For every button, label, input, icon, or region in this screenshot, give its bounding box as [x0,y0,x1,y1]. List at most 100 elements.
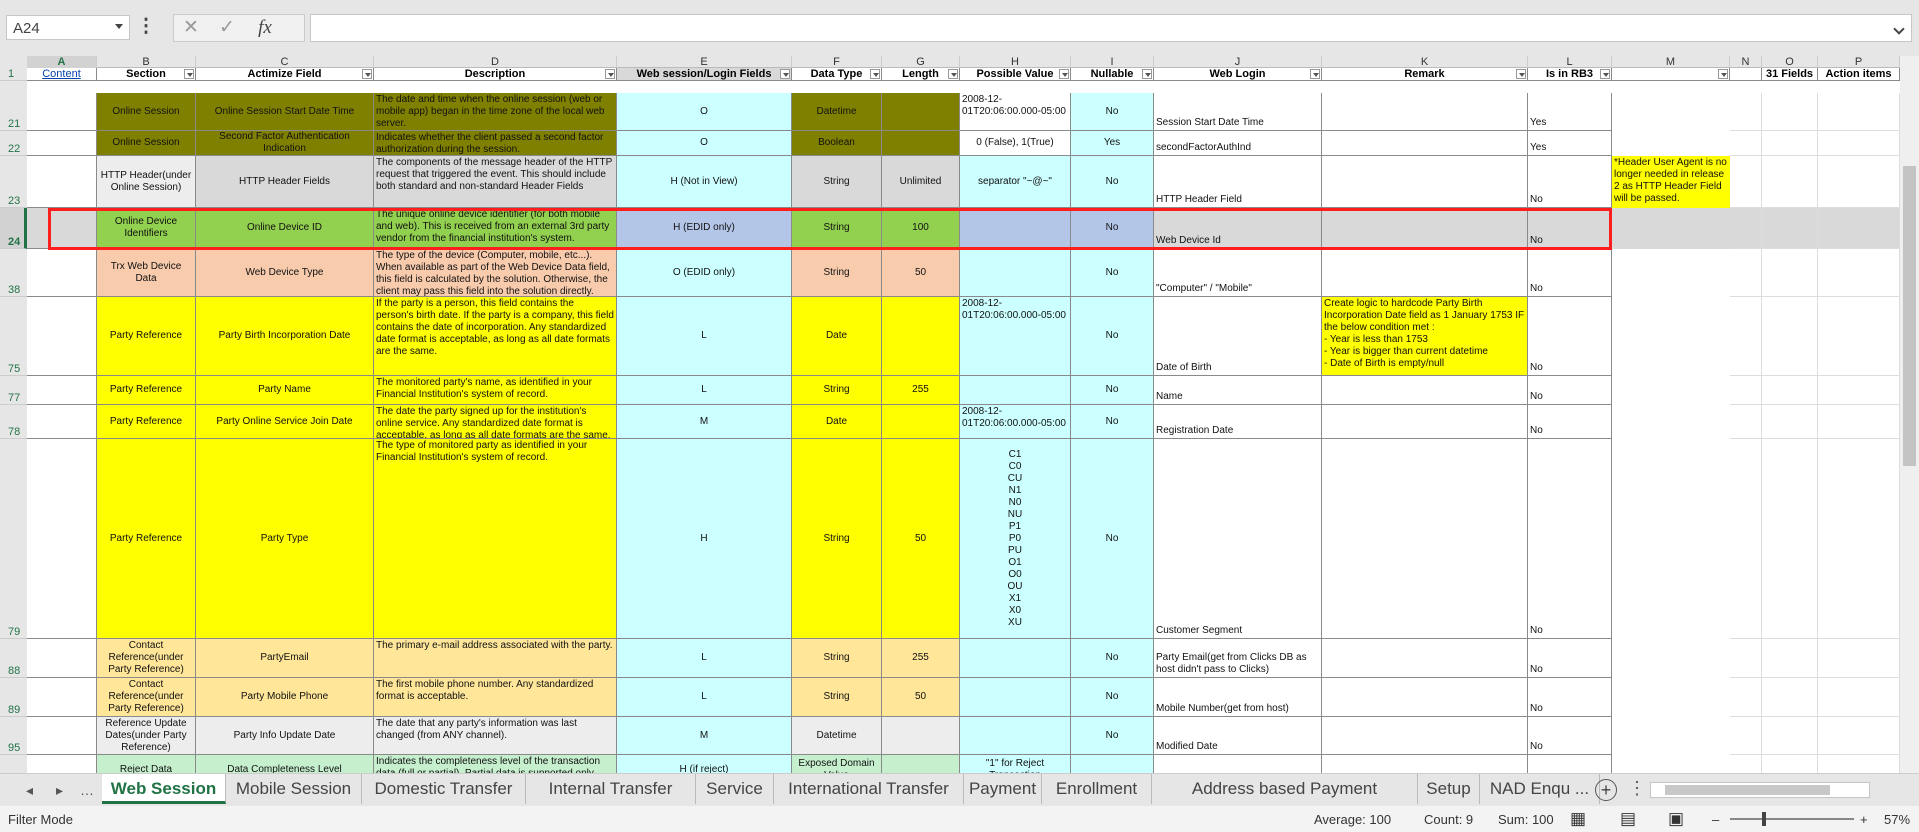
web-login-cell[interactable]: Registration Date [1154,405,1322,439]
data-type-cell[interactable]: String [792,678,882,717]
column-m-cell[interactable] [1612,439,1730,639]
data-type-cell[interactable]: Date [792,297,882,376]
content-link[interactable]: Content [27,68,97,81]
description-cell[interactable]: The date that any party's information wa… [374,717,617,755]
filter-dropdown-icon[interactable] [1718,69,1728,79]
cell-a[interactable] [27,208,97,249]
cell-a[interactable] [27,93,97,131]
sheet-tab[interactable]: Setup [1418,774,1480,804]
actimize-field-cell[interactable]: Party Info Update Date [196,717,374,755]
row-header[interactable]: 79 [0,439,27,639]
length-cell[interactable]: 255 [882,376,960,405]
empty-cell[interactable] [1762,156,1818,208]
sheet-tab[interactable]: Internal Transfer [526,774,696,804]
data-type-cell[interactable]: Datetime [792,717,882,755]
is-in-rb3-cell[interactable]: No [1528,639,1612,678]
horizontal-scrollbar[interactable] [1650,782,1870,798]
page-layout-icon[interactable]: ▤ [1620,809,1636,829]
select-all-corner[interactable] [0,56,27,68]
section-cell[interactable]: Online Device Identifiers [97,208,196,249]
section-cell[interactable]: Online Session [97,93,196,131]
description-cell[interactable]: Indicates whether the client passed a se… [374,131,617,156]
possible-value-cell[interactable] [960,639,1071,678]
enter-icon[interactable]: ✓ [212,15,242,41]
zoom-out-icon[interactable]: – [1712,812,1719,827]
actimize-field-cell[interactable]: PartyEmail [196,639,374,678]
header-cell-j[interactable]: Web Login [1154,68,1322,81]
row-header[interactable]: 78 [0,405,27,439]
length-cell[interactable] [882,405,960,439]
section-cell[interactable]: Contact Reference(under Party Reference) [97,678,196,717]
is-in-rb3-cell[interactable]: No [1528,717,1612,755]
empty-cell[interactable] [1762,208,1818,249]
is-in-rb3-cell[interactable]: No [1528,376,1612,405]
data-type-cell[interactable]: String [792,249,882,297]
filter-dropdown-icon[interactable] [1142,69,1152,79]
web-session-cell[interactable]: L [617,678,792,717]
nullable-cell[interactable]: No [1071,156,1154,208]
web-session-cell[interactable]: L [617,297,792,376]
section-cell[interactable]: Party Reference [97,376,196,405]
remark-cell[interactable]: Create logic to hardcode Party Birth Inc… [1322,297,1528,376]
empty-cell[interactable] [1818,717,1900,755]
data-type-cell[interactable]: String [792,639,882,678]
column-header-d[interactable]: D [374,56,617,68]
empty-cell[interactable] [1730,249,1762,297]
column-header-n[interactable]: N [1730,56,1762,68]
empty-cell[interactable] [1730,156,1762,208]
web-login-cell[interactable]: "Computer" / "Mobile" [1154,249,1322,297]
web-session-cell[interactable]: H (if reject) [617,755,792,773]
is-in-rb3-cell[interactable]: No [1528,297,1612,376]
remark-cell[interactable] [1322,678,1528,717]
empty-cell[interactable] [1730,678,1762,717]
empty-cell[interactable] [1762,755,1818,773]
web-login-cell[interactable]: Modified Date [1154,717,1322,755]
is-in-rb3-cell[interactable] [1528,755,1612,773]
empty-cell[interactable] [1762,405,1818,439]
header-cell-c[interactable]: Actimize Field [196,68,374,81]
description-cell[interactable]: The type of monitored party as identifie… [374,439,617,639]
cell-a[interactable] [27,755,97,773]
column-header-o[interactable]: O [1762,56,1818,68]
empty-cell[interactable] [1730,405,1762,439]
web-login-cell[interactable]: Mobile Number(get from host) [1154,678,1322,717]
column-m-cell[interactable] [1612,678,1730,717]
description-cell[interactable]: The type of the device (Computer, mobile… [374,249,617,297]
data-type-cell[interactable]: Date [792,405,882,439]
filter-dropdown-icon[interactable] [870,69,880,79]
column-header-p[interactable]: P [1818,56,1900,68]
description-cell[interactable]: The date the party signed up for the ins… [374,405,617,439]
nullable-cell[interactable]: No [1071,297,1154,376]
is-in-rb3-cell[interactable]: No [1528,156,1612,208]
filter-dropdown-icon[interactable] [184,69,194,79]
cell-a[interactable] [27,439,97,639]
data-type-cell[interactable]: String [792,208,882,249]
web-session-cell[interactable]: M [617,405,792,439]
length-cell[interactable]: 255 [882,639,960,678]
cell-a[interactable] [27,376,97,405]
header-cell-m[interactable] [1612,68,1730,81]
nullable-cell[interactable]: No [1071,376,1154,405]
actimize-field-cell[interactable]: Party Birth Incorporation Date [196,297,374,376]
header-cell-d[interactable]: Description [374,68,617,81]
actimize-field-cell[interactable]: Online Session Start Date Time [196,93,374,131]
section-cell[interactable]: Party Reference [97,405,196,439]
cancel-icon[interactable]: ✕ [176,15,206,41]
is-in-rb3-cell[interactable]: No [1528,249,1612,297]
row-header[interactable]: 77 [0,376,27,405]
column-m-cell[interactable] [1612,376,1730,405]
length-cell[interactable]: 50 [882,249,960,297]
empty-cell[interactable] [1762,131,1818,156]
column-header-f[interactable]: F [792,56,882,68]
remark-cell[interactable] [1322,156,1528,208]
data-type-cell[interactable]: String [792,156,882,208]
column-header-j[interactable]: J [1154,56,1322,68]
column-m-cell[interactable] [1612,405,1730,439]
possible-value-cell[interactable]: 2008-12-01T20:06:00.000-05:00 [960,297,1071,376]
empty-cell[interactable] [1730,131,1762,156]
header-cell-i[interactable]: Nullable [1071,68,1154,81]
cell-a[interactable] [27,249,97,297]
remark-cell[interactable] [1322,376,1528,405]
web-session-cell[interactable]: L [617,376,792,405]
empty-cell[interactable] [1730,439,1762,639]
